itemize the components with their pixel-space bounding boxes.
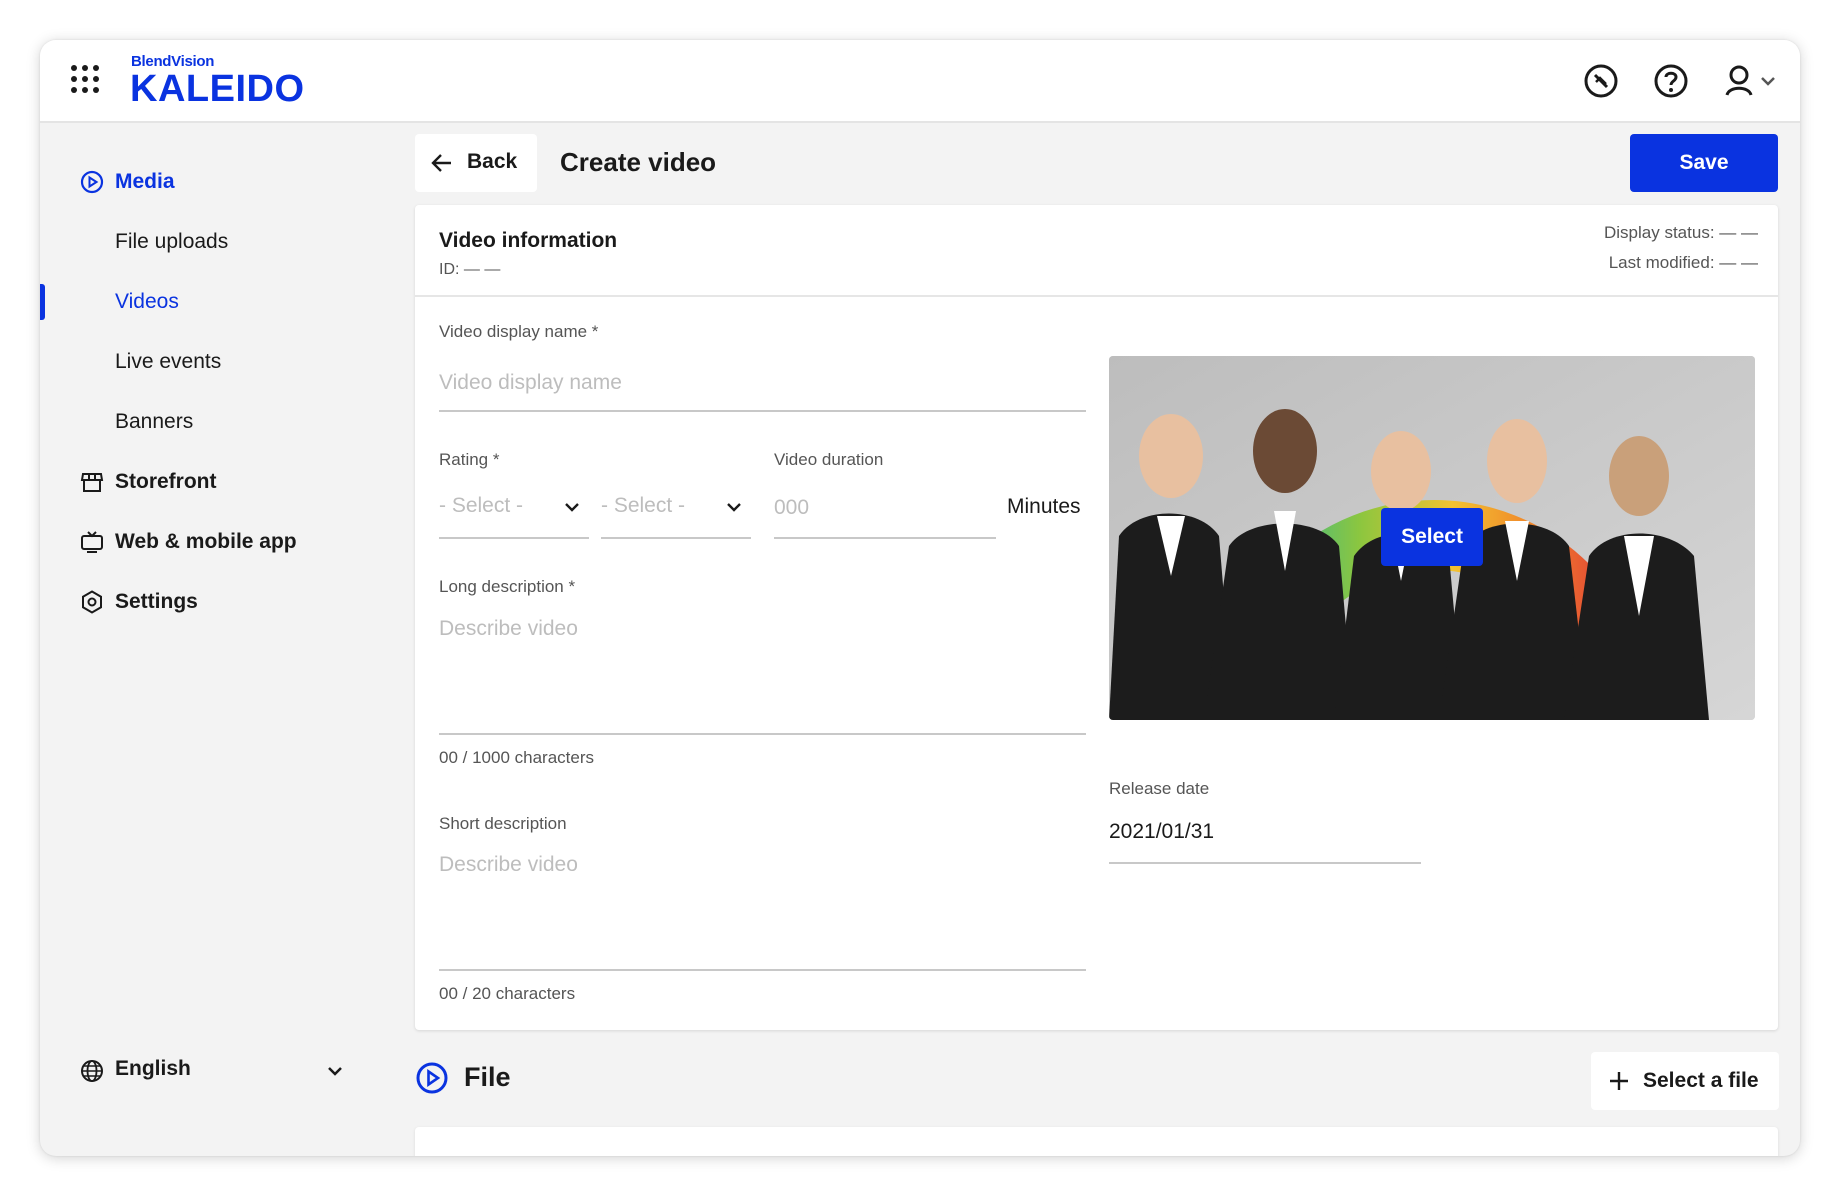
gear-icon — [82, 590, 102, 614]
duration-underline — [774, 537, 996, 539]
active-indicator — [40, 284, 45, 320]
file-section-title: File — [464, 1062, 511, 1092]
back-button[interactable]: Back — [415, 134, 537, 192]
long-description-underline — [439, 733, 1086, 735]
sidebar-item-web-mobile-app[interactable]: Web & mobile app — [40, 514, 410, 570]
plus-icon — [1610, 1072, 1628, 1090]
chevron-down-icon — [565, 503, 579, 512]
thumbnail-select-button[interactable]: Select — [1381, 508, 1483, 566]
language-label: English — [115, 1057, 191, 1080]
sidebar-item-storefront[interactable]: Storefront — [40, 454, 410, 510]
short-description-label: Short description — [439, 814, 567, 833]
sidebar-item-settings[interactable]: Settings — [40, 574, 410, 630]
video-thumbnail[interactable]: Select — [1109, 356, 1755, 720]
sidebar-item-label: Media — [115, 170, 175, 193]
long-description-input[interactable] — [439, 617, 1079, 717]
play-circle-icon — [80, 170, 104, 194]
duration-input[interactable] — [774, 490, 984, 526]
display-status: Display status: — — — [1604, 223, 1758, 242]
language-selector[interactable]: English — [40, 1043, 410, 1099]
arrow-left-icon — [431, 154, 451, 172]
duration-label: Video duration — [774, 450, 884, 469]
short-description-counter: 00 / 20 characters — [439, 984, 576, 1003]
select-value: - Select - — [439, 494, 524, 517]
select-file-label: Select a file — [1643, 1069, 1759, 1092]
release-date-value[interactable]: 2021/01/31 — [1109, 820, 1214, 844]
video-id: ID: — — — [439, 261, 501, 278]
sidebar-item-label: Web & mobile app — [115, 530, 297, 553]
play-circle-icon — [416, 1062, 448, 1094]
rating-select-secondary[interactable]: - Select - — [601, 478, 751, 534]
display-name-underline — [439, 410, 1086, 412]
sidebar-item-media[interactable]: Media — [40, 154, 410, 210]
app-window: BlendVision KALEIDO Media File uploads V… — [40, 40, 1800, 1156]
short-description-underline — [439, 969, 1086, 971]
page-title: Create video — [560, 147, 717, 177]
rating-primary-underline — [439, 537, 589, 539]
select-file-button[interactable]: Select a file — [1591, 1052, 1779, 1110]
sidebar: Media File uploads Videos Live events Ba… — [40, 125, 410, 1156]
sidebar-item-label: Settings — [115, 590, 198, 613]
long-description-counter: 00 / 1000 characters — [439, 748, 594, 767]
sidebar-item-label: Storefront — [115, 470, 217, 493]
sidebar-item-live-events[interactable]: Live events — [40, 334, 410, 390]
sidebar-item-videos[interactable]: Videos — [40, 274, 410, 330]
file-card — [415, 1127, 1778, 1156]
duration-unit: Minutes — [1007, 495, 1081, 518]
card-header: Video information ID: — — Display status… — [415, 205, 1778, 297]
short-description-input[interactable] — [439, 853, 1079, 953]
sidebar-item-label: Banners — [115, 410, 194, 433]
release-date-underline — [1109, 862, 1421, 864]
card-title: Video information — [439, 229, 618, 252]
last-modified: Last modified: — — — [1608, 253, 1758, 272]
top-bar: BlendVision KALEIDO — [40, 40, 1800, 123]
sidebar-item-label: Videos — [115, 290, 179, 313]
chevron-down-icon — [727, 503, 741, 512]
tv-icon — [81, 531, 103, 553]
display-name-label: Video display name * — [439, 322, 599, 341]
long-description-label: Long description * — [439, 577, 576, 596]
release-date-label: Release date — [1109, 779, 1210, 798]
user-menu-icon[interactable] — [1722, 62, 1788, 100]
globe-icon — [81, 1060, 103, 1082]
rating-secondary-underline — [601, 537, 751, 539]
sidebar-item-file-uploads[interactable]: File uploads — [40, 214, 410, 270]
brand-logo[interactable]: KALEIDO — [130, 68, 305, 111]
sidebar-item-banners[interactable]: Banners — [40, 394, 410, 450]
rating-label: Rating * — [439, 450, 500, 469]
no-sign-icon[interactable] — [1582, 62, 1620, 100]
save-button[interactable]: Save — [1630, 134, 1778, 192]
back-label: Back — [467, 150, 518, 173]
display-name-input[interactable] — [439, 365, 1079, 401]
storefront-icon — [80, 473, 104, 492]
chevron-down-icon — [328, 1067, 342, 1076]
help-icon[interactable] — [1652, 62, 1690, 100]
select-value: - Select - — [601, 494, 686, 517]
apps-grid-icon[interactable] — [70, 64, 100, 94]
sidebar-item-label: File uploads — [115, 230, 229, 253]
sidebar-item-label: Live events — [115, 350, 222, 373]
rating-select-primary[interactable]: - Select - — [439, 478, 589, 534]
